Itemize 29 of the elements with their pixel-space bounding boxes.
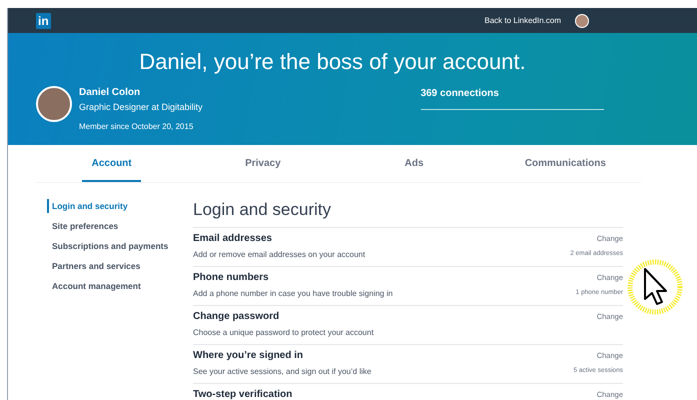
profile-name: Daniel Colon <box>79 86 142 100</box>
avatar-icon[interactable] <box>575 14 589 28</box>
setting-description: Add a phone number in case you have trouble signing in <box>193 288 394 300</box>
member-since: Member since October 20, 2015 <box>79 121 194 133</box>
profile-photo <box>36 86 72 122</box>
setting-title: Email addresses <box>193 232 273 246</box>
job-title: Graphic Designer at Digitability <box>79 101 203 114</box>
setting-title: Change password <box>193 310 280 324</box>
setting-description: Choose a unique password to protect your account <box>193 327 375 339</box>
back-link[interactable]: Back to LinkedIn.com <box>484 14 561 26</box>
hero-headline: Daniel, you’re the boss of your account. <box>138 48 527 76</box>
setting-description: See your active sessions, and sign out if you’d like <box>193 366 372 378</box>
setting-title: Two-step verification <box>193 388 294 400</box>
tab[interactable]: Privacy <box>187 145 338 182</box>
sidebar-item[interactable]: Partners and services <box>52 259 178 273</box>
tab[interactable]: Account <box>36 145 188 182</box>
tab[interactable]: Ads <box>338 145 490 182</box>
tab[interactable]: Communications <box>490 145 641 182</box>
cursor-highlight-icon <box>627 259 683 315</box>
setting-title: Phone numbers <box>193 271 270 285</box>
sidebar-item[interactable]: Account management <box>52 279 178 293</box>
sidebar-item[interactable]: Login and security <box>47 199 178 213</box>
sidebar-item[interactable]: Subscriptions and payments <box>52 239 178 253</box>
section-title: Login and security <box>193 199 623 228</box>
connections-count[interactable]: 369 connections <box>420 86 604 110</box>
sidebar-item[interactable]: Site preferences <box>52 219 178 233</box>
logo[interactable]: in <box>36 12 51 28</box>
setting-title: Where you’re signed in <box>193 349 304 363</box>
setting-description: Add or remove email addresses on your account <box>193 249 366 261</box>
